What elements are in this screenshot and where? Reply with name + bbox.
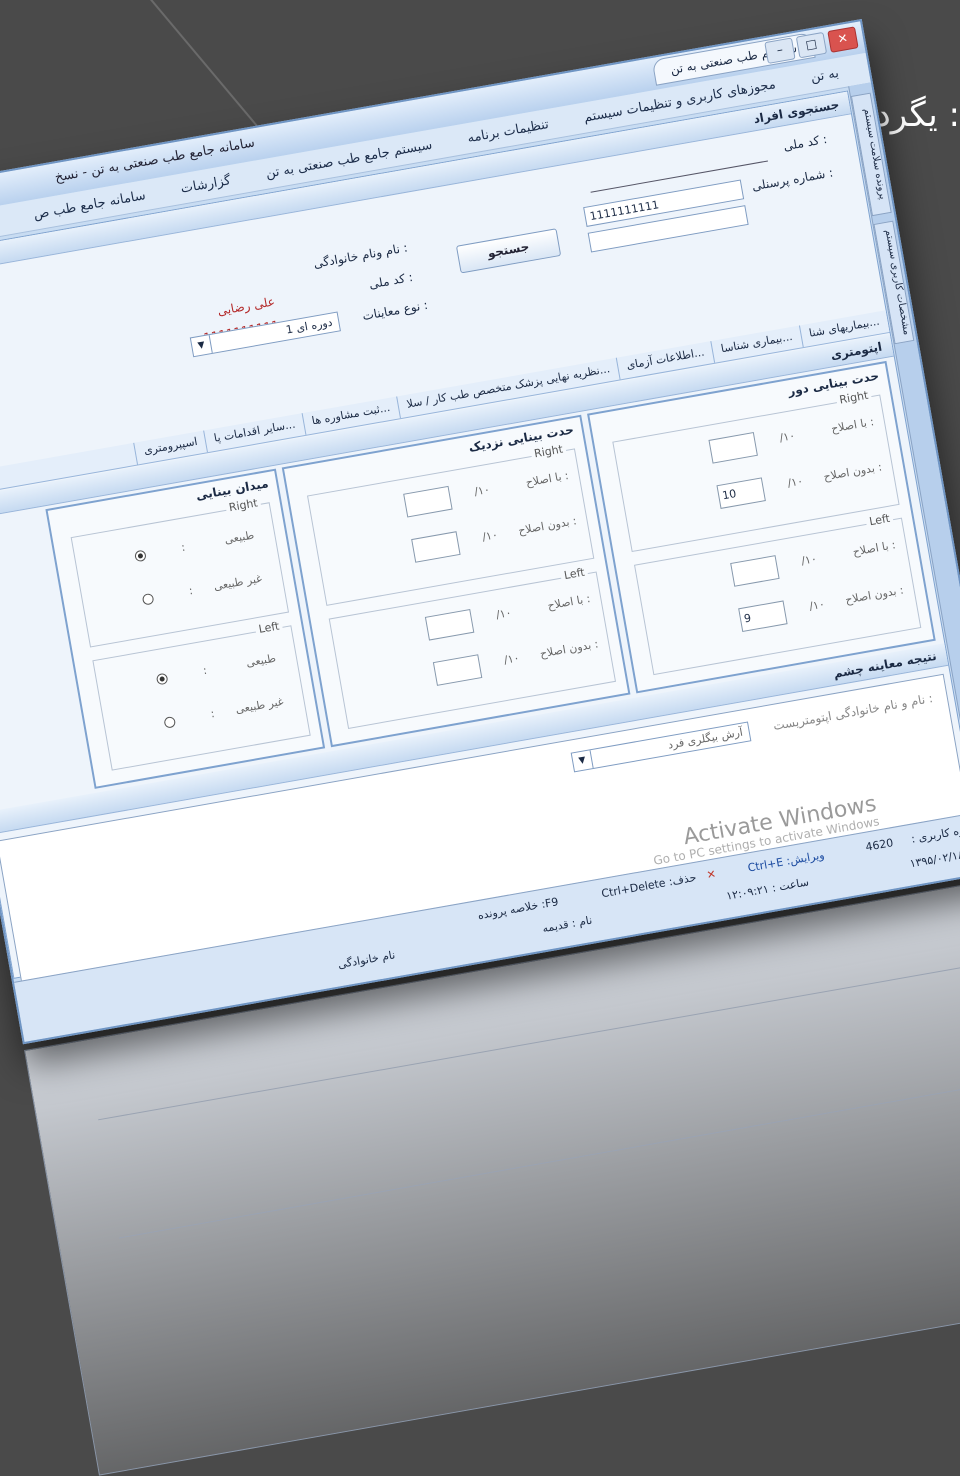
status-group-label: نام گروه کاربری : xyxy=(910,819,960,846)
field-left-label: Left xyxy=(254,618,284,637)
optometrist-value: آرش بیگلری فرد xyxy=(666,725,744,752)
national-code-label: کد ملی : xyxy=(782,131,829,154)
field-left-normal-label: طبیعی xyxy=(245,651,277,670)
near-right-with-label: با اصلاح : xyxy=(524,468,570,490)
near-left-label: Left xyxy=(560,565,589,583)
far-left-without-input[interactable]: 9 xyxy=(738,600,788,633)
field-left-group: Left طبیعی : غیر طبیعی : xyxy=(92,618,311,771)
exam-type-label: نوع معاینات : xyxy=(361,297,429,324)
menu-item-beh-tan[interactable]: به تن xyxy=(810,65,840,85)
field-right-abnormal-label: غیر طبیعی xyxy=(212,571,263,594)
near-left-with-label: با اصلاح : xyxy=(546,592,592,613)
summary-shortcut[interactable]: F9: خلاصه پرونده xyxy=(477,895,560,922)
far-left-without-scale: /۱۰ xyxy=(808,597,826,613)
status-code: 4620 xyxy=(864,836,895,854)
exam-type-select[interactable]: ▼ دوره ای 1 xyxy=(189,311,341,358)
far-right-with-scale: /۱۰ xyxy=(778,429,797,445)
field-right-label: Right xyxy=(224,495,262,515)
person-name-label: نام ونام خانوادگی : xyxy=(312,240,409,271)
near-left-without-label: بدون اصلاح : xyxy=(538,637,600,661)
near-right-without-scale: /۱۰ xyxy=(481,528,499,544)
field-left-abnormal-colon: : xyxy=(209,707,216,721)
far-acuity-panel: حدت بینایی دور Right با اصلاح : /۱۰ بدون… xyxy=(587,360,936,694)
far-left-without-label: بدون اصلاح : xyxy=(844,583,905,607)
delete-icon[interactable]: ✕ xyxy=(706,867,717,881)
optometrist-select[interactable]: ▼ آرش بیگلری فرد xyxy=(570,721,752,773)
personnel-no-label: شماره پرسنلی : xyxy=(750,165,835,194)
field-right-abnormal-colon: : xyxy=(187,583,194,598)
far-left-with-scale: /۱۰ xyxy=(800,552,818,568)
far-right-with-input[interactable] xyxy=(708,432,758,464)
far-right-label: Right xyxy=(835,388,873,408)
field-left-abnormal-label: غیر طبیعی xyxy=(234,694,285,717)
near-right-without-label: بدون اصلاح : xyxy=(517,514,578,538)
tilted-screenshot: سامانه جامع طب صنعتی به تن - نسخ سیستم ط… xyxy=(0,19,960,1476)
far-right-without-label: بدون اصلاح : xyxy=(822,460,883,484)
field-left-normal-radio[interactable] xyxy=(155,672,169,686)
far-right-without-input[interactable]: 10 xyxy=(716,477,766,509)
field-right-normal-label: طبیعی xyxy=(223,528,256,547)
app-window: سامانه جامع طب صنعتی به تن - نسخ سیستم ط… xyxy=(0,19,960,1045)
status-date: تاریخ : ۱۳۹۵/۰۲/۱۸ xyxy=(908,848,960,871)
near-right-label: Right xyxy=(530,442,567,461)
far-left-with-label: با اصلاح : xyxy=(851,538,897,559)
near-left-without-input[interactable] xyxy=(432,654,483,686)
near-right-without-input[interactable] xyxy=(411,531,461,563)
status-user: نام : قدیمه xyxy=(541,913,594,936)
near-right-with-input[interactable] xyxy=(403,485,453,518)
field-left-abnormal-radio[interactable] xyxy=(163,715,177,729)
far-right-with-label: با اصلاح : xyxy=(830,415,875,436)
field-left-normal-colon: : xyxy=(201,663,208,678)
delete-shortcut[interactable]: حذف: Ctrl+Delete xyxy=(600,871,697,900)
edit-shortcut[interactable]: ویرایش: Ctrl+E xyxy=(747,848,826,874)
far-left-with-input[interactable] xyxy=(730,555,780,587)
person-code-label: کد ملی : xyxy=(367,270,414,292)
visual-field-panel: میدان بینایی Right طبیعی : غیر طبیعی : L… xyxy=(45,468,326,789)
near-acuity-panel: حدت بینایی نزدیک Right با اصلاح : /۱۰ بد… xyxy=(281,414,631,748)
reflection-line xyxy=(118,1084,960,1239)
optometrist-label: نام و نام خانوادگی اپتومتریست : xyxy=(772,691,934,733)
chevron-down-icon[interactable]: ▼ xyxy=(571,750,594,772)
search-button[interactable]: جستجو xyxy=(455,228,562,274)
field-right-normal-radio[interactable] xyxy=(134,549,147,563)
chevron-down-icon[interactable]: ▼ xyxy=(190,335,213,357)
status-time: ساعت : ۱۲:۰۹:۲۱ xyxy=(725,875,810,903)
field-right-normal-colon: : xyxy=(180,540,187,555)
close-button[interactable]: ✕ xyxy=(827,26,859,53)
status-family: نام خانوادگی xyxy=(336,948,397,972)
far-right-without-scale: /۱۰ xyxy=(786,474,805,490)
near-left-without-scale: /۱۰ xyxy=(502,651,521,667)
far-left-label: Left xyxy=(865,511,894,529)
near-left-with-scale: /۱۰ xyxy=(494,605,513,622)
exam-type-value: دوره ای 1 xyxy=(284,315,334,337)
field-right-abnormal-radio[interactable] xyxy=(141,592,155,606)
menu-item-settings[interactable]: تنظیمات برنامه xyxy=(466,117,550,146)
menu-item-reports[interactable]: گزارشات xyxy=(180,173,232,197)
near-right-with-scale: /۱۰ xyxy=(473,482,491,499)
near-left-with-input[interactable] xyxy=(424,608,475,641)
person-name-value: علی رضایی xyxy=(216,294,276,319)
maximize-button[interactable]: □ xyxy=(795,31,828,59)
